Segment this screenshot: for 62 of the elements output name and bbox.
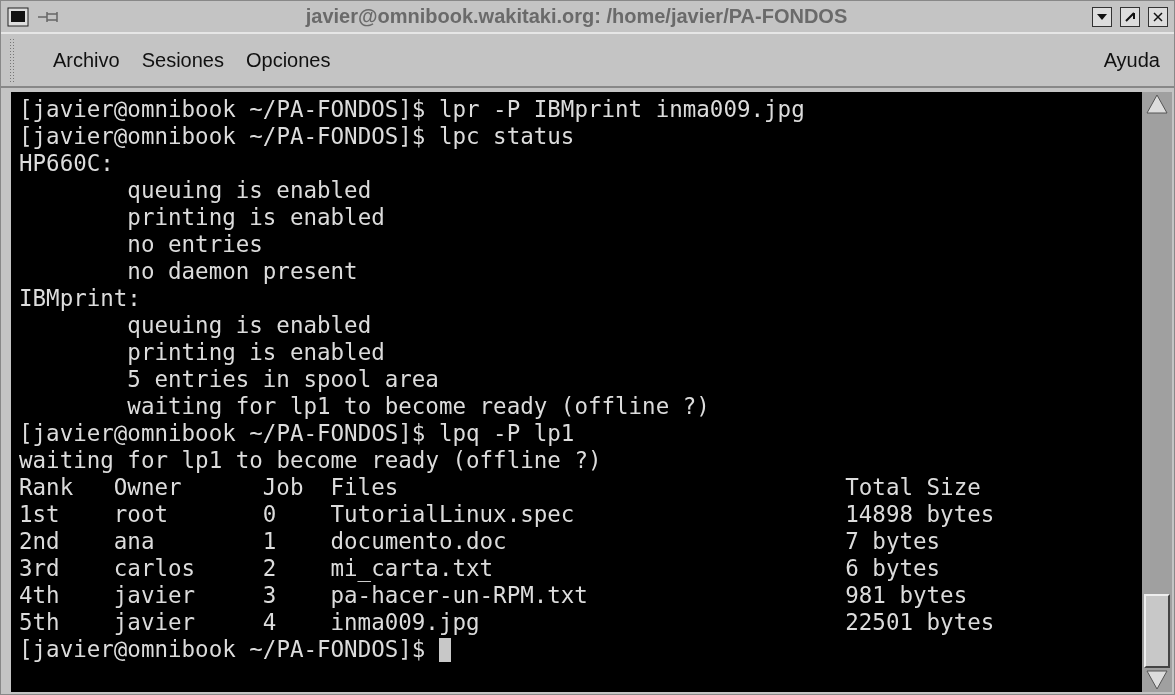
terminal-icon[interactable]: [7, 6, 29, 27]
table-cell-text: inma009.jpg: [330, 609, 481, 636]
table-cell-text: 1: [262, 528, 278, 555]
terminal-line: waiting for lp1 to become ready (offline ?): [127, 393, 710, 420]
table-cell-text: mi_carta.txt: [330, 555, 495, 582]
terminal-line: printing is enabled: [127, 204, 385, 231]
table-cell-text: 2: [262, 555, 278, 582]
close-button[interactable]: [1148, 6, 1168, 27]
table-cell-text: 7 bytes: [845, 528, 942, 555]
terminal-line: queuing is enabled: [127, 312, 372, 339]
terminal-line: no entries: [127, 231, 263, 258]
maximize-button[interactable]: [1120, 6, 1140, 27]
terminal-line: waiting for lp1 to become ready (offline ?): [19, 447, 602, 474]
column-header: Job: [262, 474, 305, 501]
terminal-line: [javier@omnibook ~/PA-FONDOS]$ lpq -P lp1: [19, 420, 575, 447]
scrollbar[interactable]: [1142, 92, 1172, 692]
table-cell-text: 6 bytes: [845, 555, 942, 582]
table-cell-text: 1st: [19, 501, 61, 528]
table-cell-text: carlos: [113, 555, 197, 582]
triangle-icon: [1096, 11, 1108, 22]
terminal-line: queuing is enabled: [127, 177, 372, 204]
table-cell-text: ana: [113, 528, 156, 555]
table-cell-text: 0: [262, 501, 278, 528]
scroll-up-icon[interactable]: [1143, 92, 1171, 116]
terminal-line: 5 entries in spool area: [127, 366, 439, 393]
table-cell-text: 4th: [19, 582, 61, 609]
table-cell-text: pa-hacer-un-RPM.txt: [330, 582, 589, 609]
text-cursor: [438, 637, 452, 662]
column-header: Files: [330, 474, 400, 501]
menu-item[interactable]: Archivo: [53, 48, 120, 72]
close-icon: [1152, 10, 1164, 23]
diagonal-icon: [1124, 10, 1136, 23]
terminal-line: HP660C:: [19, 150, 114, 177]
table-cell-text: 3: [262, 582, 278, 609]
column-header: Total Size: [845, 474, 982, 501]
column-header: Owner: [113, 474, 183, 501]
table-cell-text: 4: [262, 609, 278, 636]
window-title: javier@omnibook.wakitaki.org: /home/javier/PA-FONDOS: [304, 5, 849, 28]
shell-prompt: [javier@omnibook ~/PA-FONDOS]$: [19, 636, 426, 663]
terminal-output[interactable]: [11, 92, 1142, 692]
table-cell-text: 3rd: [19, 555, 61, 582]
minimize-button[interactable]: [1092, 6, 1112, 27]
table-cell-text: TutorialLinux.spec: [330, 501, 576, 528]
terminal-line: IBMprint:: [19, 285, 141, 312]
table-cell-text: javier: [113, 582, 197, 609]
terminal-line: [javier@omnibook ~/PA-FONDOS]$ lpc status: [19, 123, 575, 150]
menu-item[interactable]: Sesiones: [141, 48, 224, 72]
column-header: Rank: [19, 474, 75, 501]
table-cell-text: 5th: [19, 609, 61, 636]
table-cell-text: javier: [113, 609, 197, 636]
table-cell-text: 981 bytes: [845, 582, 969, 609]
terminal-line: printing is enabled: [127, 339, 385, 366]
scroll-thumb[interactable]: [1144, 594, 1170, 668]
table-cell-text: root: [113, 501, 169, 528]
table-cell-text: 2nd: [19, 528, 61, 555]
terminal-line: no daemon present: [127, 258, 358, 285]
table-cell-text: documento.doc: [330, 528, 508, 555]
table-cell-text: 22501 bytes: [845, 609, 996, 636]
table-cell-text: 14898 bytes: [845, 501, 996, 528]
menu-item[interactable]: Opciones: [246, 48, 331, 72]
menu-item[interactable]: Ayuda: [1103, 48, 1160, 72]
terminal-line: [javier@omnibook ~/PA-FONDOS]$ lpr -P IBMprint inma009.jpg: [19, 96, 805, 123]
